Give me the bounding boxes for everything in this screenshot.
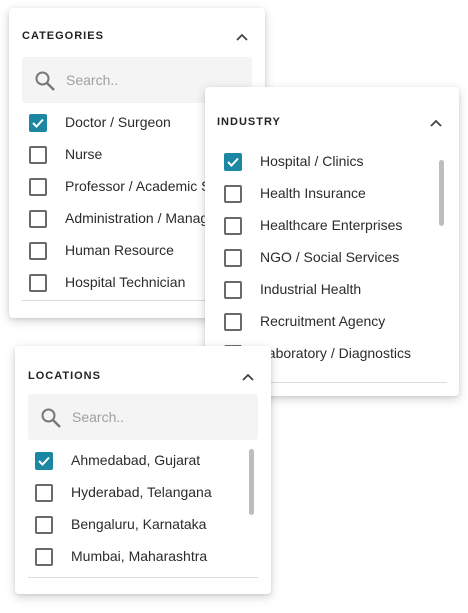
locations-title: LOCATIONS: [28, 370, 101, 382]
industry-label: Industrial Health: [260, 281, 362, 297]
chevron-up-icon[interactable]: [429, 118, 443, 128]
industry-label: Hospital / Clinics: [260, 153, 364, 169]
checkbox-checked[interactable]: [35, 452, 53, 470]
location-item[interactable]: Mumbai, Maharashtra: [35, 546, 245, 570]
industry-item[interactable]: Recruitment Agency: [224, 311, 444, 335]
search-input[interactable]: Search..: [72, 409, 124, 425]
location-label: Mumbai, Maharashtra: [71, 548, 208, 564]
search-icon: [35, 71, 55, 91]
industry-item[interactable]: NGO / Social Services: [224, 247, 444, 271]
checkbox[interactable]: [29, 274, 47, 292]
locations-header[interactable]: LOCATIONS: [28, 348, 255, 400]
industry-title: INDUSTRY: [217, 116, 281, 128]
checkmark-icon: [38, 456, 50, 466]
locations-panel: LOCATIONS Search.. Ahmedabad, Gujarat Hy…: [15, 346, 271, 594]
checkbox[interactable]: [29, 242, 47, 260]
categories-header[interactable]: CATEGORIES: [22, 8, 249, 60]
locations-search[interactable]: Search..: [28, 394, 258, 440]
chevron-up-icon[interactable]: [241, 372, 255, 382]
checkbox[interactable]: [35, 548, 53, 566]
categories-title: CATEGORIES: [22, 30, 104, 42]
checkbox[interactable]: [224, 313, 242, 331]
location-label: Ahmedabad, Gujarat: [71, 452, 201, 468]
locations-scrollbar[interactable]: [249, 449, 254, 515]
category-label: Human Resource: [65, 242, 174, 258]
industry-item[interactable]: Healthcare Enterprises: [224, 215, 444, 239]
industry-item[interactable]: Industrial Health: [224, 279, 444, 303]
location-label: Bengaluru, Karnataka: [71, 516, 207, 532]
industry-header[interactable]: INDUSTRY: [217, 94, 443, 146]
location-item[interactable]: Hyderabad, Telangana: [35, 482, 245, 506]
location-item[interactable]: Ahmedabad, Gujarat: [35, 450, 245, 474]
category-label: Hospital Technician: [65, 274, 186, 290]
checkmark-icon: [227, 157, 239, 167]
industry-label: Recruitment Agency: [260, 313, 386, 329]
chevron-up-icon[interactable]: [235, 32, 249, 42]
checkbox[interactable]: [29, 210, 47, 228]
industry-label: Health Insurance: [260, 185, 366, 201]
industry-label: Healthcare Enterprises: [260, 217, 403, 233]
checkbox-checked[interactable]: [224, 153, 242, 171]
industry-label: Laboratory / Diagnostics: [260, 345, 411, 361]
checkmark-icon: [32, 118, 44, 128]
industry-item[interactable]: Health Insurance: [224, 183, 444, 207]
location-item[interactable]: Bengaluru, Karnataka: [35, 514, 245, 538]
category-label: Doctor / Surgeon: [65, 114, 171, 130]
checkbox[interactable]: [35, 484, 53, 502]
search-icon: [41, 408, 61, 428]
divider: [28, 577, 258, 578]
checkbox[interactable]: [29, 178, 47, 196]
category-label: Nurse: [65, 146, 103, 162]
checkbox[interactable]: [35, 516, 53, 534]
checkbox-checked[interactable]: [29, 114, 47, 132]
location-label: Hyderabad, Telangana: [71, 484, 212, 500]
industry-scrollbar[interactable]: [439, 160, 444, 226]
checkbox[interactable]: [224, 217, 242, 235]
industry-item[interactable]: Hospital / Clinics: [224, 151, 444, 175]
checkbox[interactable]: [224, 281, 242, 299]
checkbox[interactable]: [224, 185, 242, 203]
search-input[interactable]: Search..: [66, 72, 118, 88]
checkbox[interactable]: [29, 146, 47, 164]
industry-label: NGO / Social Services: [260, 249, 400, 265]
checkbox[interactable]: [224, 249, 242, 267]
